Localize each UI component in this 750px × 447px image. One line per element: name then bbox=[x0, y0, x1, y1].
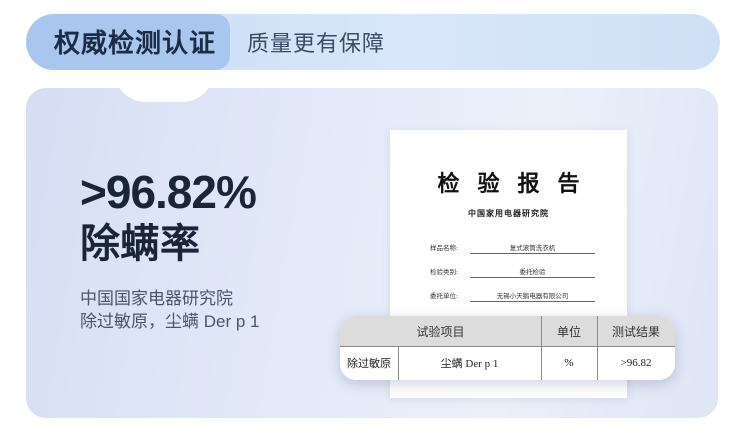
report-field-sample: 样品名称: 复式滚筒洗衣机 bbox=[430, 242, 595, 254]
allergen-text: 除过敏原，尘螨 Der p 1 bbox=[80, 312, 260, 331]
header-title: 权威检测认证 bbox=[54, 28, 217, 58]
report-field-key: 样品名称: bbox=[430, 245, 458, 252]
table-cell-category: 除过敏原 bbox=[347, 358, 391, 370]
table-cell-item: 尘螨 Der p 1 bbox=[440, 358, 499, 370]
table-header-unit: 单位 bbox=[541, 316, 597, 346]
report-field-value: 无锡小天鹅电器有限公司 bbox=[470, 290, 595, 302]
report-field-category: 检验类别: 委托检验 bbox=[430, 266, 595, 278]
report-field-key: 委托单位: bbox=[430, 293, 458, 300]
result-table: 试验项目 单位 测试结果 除过敏原 尘螨 Der p 1 % >96.82 bbox=[340, 316, 675, 380]
report-institute: 中国家用电器研究院 bbox=[468, 209, 549, 218]
table-cell-result: >96.82 bbox=[620, 357, 652, 369]
report-title: 检验报告 bbox=[437, 171, 598, 196]
table-divider bbox=[398, 346, 399, 380]
table-divider bbox=[541, 316, 542, 380]
table-header-result: 测试结果 bbox=[597, 316, 675, 346]
report-field-key: 检验类别: bbox=[430, 269, 458, 276]
report-field-value: 复式滚筒洗衣机 bbox=[470, 242, 595, 254]
institute-text: 中国国家电器研究院 bbox=[80, 289, 233, 308]
table-header-item: 试验项目 bbox=[340, 316, 541, 346]
removal-rate-label: 除螨率 bbox=[80, 222, 200, 266]
removal-rate-value: >96.82% bbox=[80, 166, 257, 218]
report-field-value: 委托检验 bbox=[470, 266, 595, 278]
table-divider bbox=[340, 346, 675, 347]
table-divider bbox=[597, 316, 598, 380]
table-cell-unit: % bbox=[564, 357, 574, 369]
header-subtitle: 质量更有保障 bbox=[247, 31, 386, 56]
report-field-client: 委托单位: 无锡小天鹅电器有限公司 bbox=[430, 290, 595, 302]
